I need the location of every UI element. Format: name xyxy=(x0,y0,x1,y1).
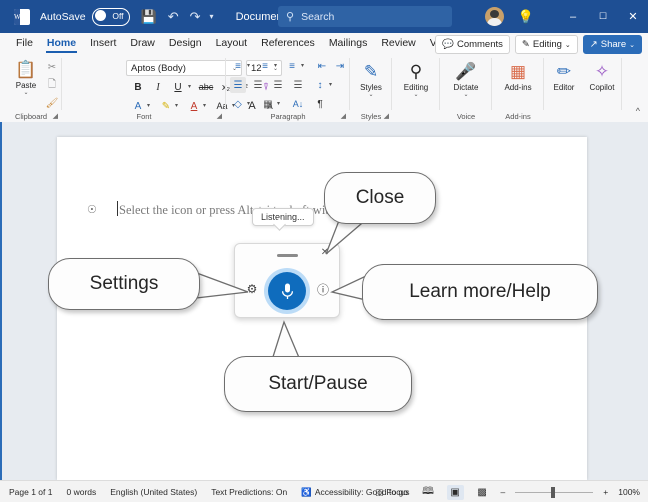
callout-tail-learn xyxy=(330,274,367,301)
callout-tail-settings xyxy=(193,271,249,299)
callout-close: Close xyxy=(324,172,436,224)
word-window: AutoSave Off 💾 ↶ ↷ ▾ Document1 -... ⚲ Se… xyxy=(0,0,648,502)
callout-tail-start xyxy=(271,320,301,361)
callout-settings: Settings xyxy=(48,258,200,310)
callout-learn-more: Learn more/Help xyxy=(362,264,598,320)
callout-tails xyxy=(193,217,370,361)
callout-start-pause: Start/Pause xyxy=(224,356,412,412)
